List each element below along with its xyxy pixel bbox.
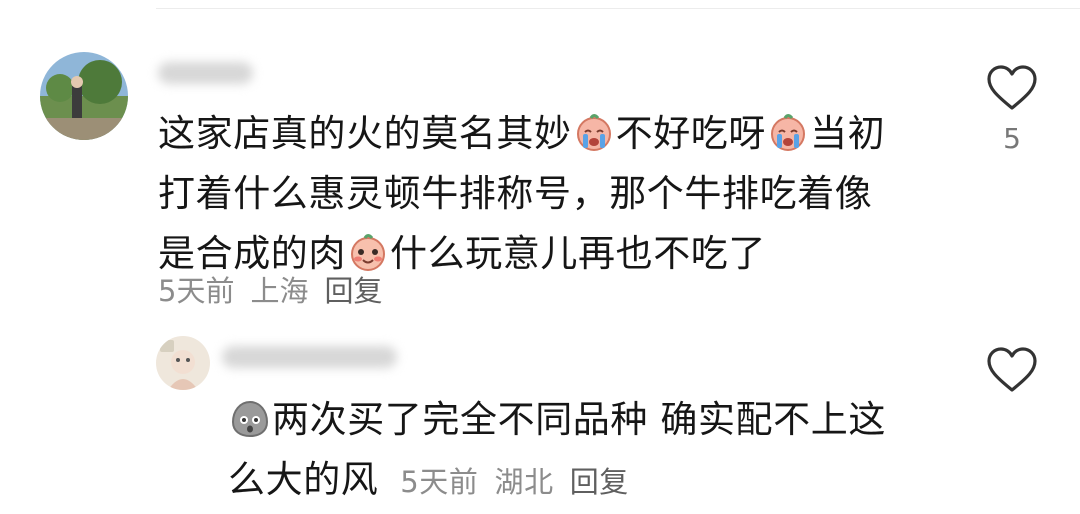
- reply-button[interactable]: 回复: [324, 274, 382, 308]
- comment-location: 上海: [250, 274, 309, 308]
- comment-body: 这家店真的火的莫名其妙 不好吃呀 当初 打着什么惠灵顿牛排称号，那个牛排吃着像 是合…: [158, 104, 885, 284]
- crying-face-icon: [574, 110, 614, 151]
- like-button[interactable]: [986, 64, 1038, 112]
- like-count: 5: [1003, 122, 1021, 155]
- comment-meta: 5天前 上海 回复: [158, 268, 398, 310]
- top-divider: [156, 8, 1080, 9]
- comment-time: 5天前: [400, 465, 479, 499]
- blushing-face-icon: [348, 230, 388, 271]
- reply-button[interactable]: 回复: [570, 465, 629, 499]
- comment-time: 5天前: [158, 274, 235, 308]
- gray-shocked-face-icon: [230, 396, 270, 438]
- avatar[interactable]: [40, 52, 128, 140]
- heart-icon: [987, 65, 1037, 110]
- username[interactable]: [222, 346, 397, 368]
- avatar[interactable]: [156, 336, 210, 390]
- username[interactable]: [158, 62, 253, 84]
- comment-line-1: 两次买了完全不同品种 确实配不上这: [228, 390, 886, 450]
- heart-icon: [987, 347, 1037, 392]
- comment-line-2: 打着什么惠灵顿牛排称号，那个牛排吃着像: [158, 172, 873, 215]
- comment-meta: 5天前 湖北 回复: [390, 465, 645, 499]
- comment-body: 两次买了完全不同品种 确实配不上这 么大的风 5天前 湖北 回复: [228, 390, 886, 512]
- crying-face-icon: [768, 110, 808, 151]
- comment-line-2: 么大的风 5天前 湖北 回复: [228, 450, 886, 512]
- comment-line-1: 这家店真的火的莫名其妙 不好吃呀 当初: [158, 110, 886, 155]
- like-button[interactable]: [986, 346, 1038, 394]
- comment-location: 湖北: [494, 465, 554, 499]
